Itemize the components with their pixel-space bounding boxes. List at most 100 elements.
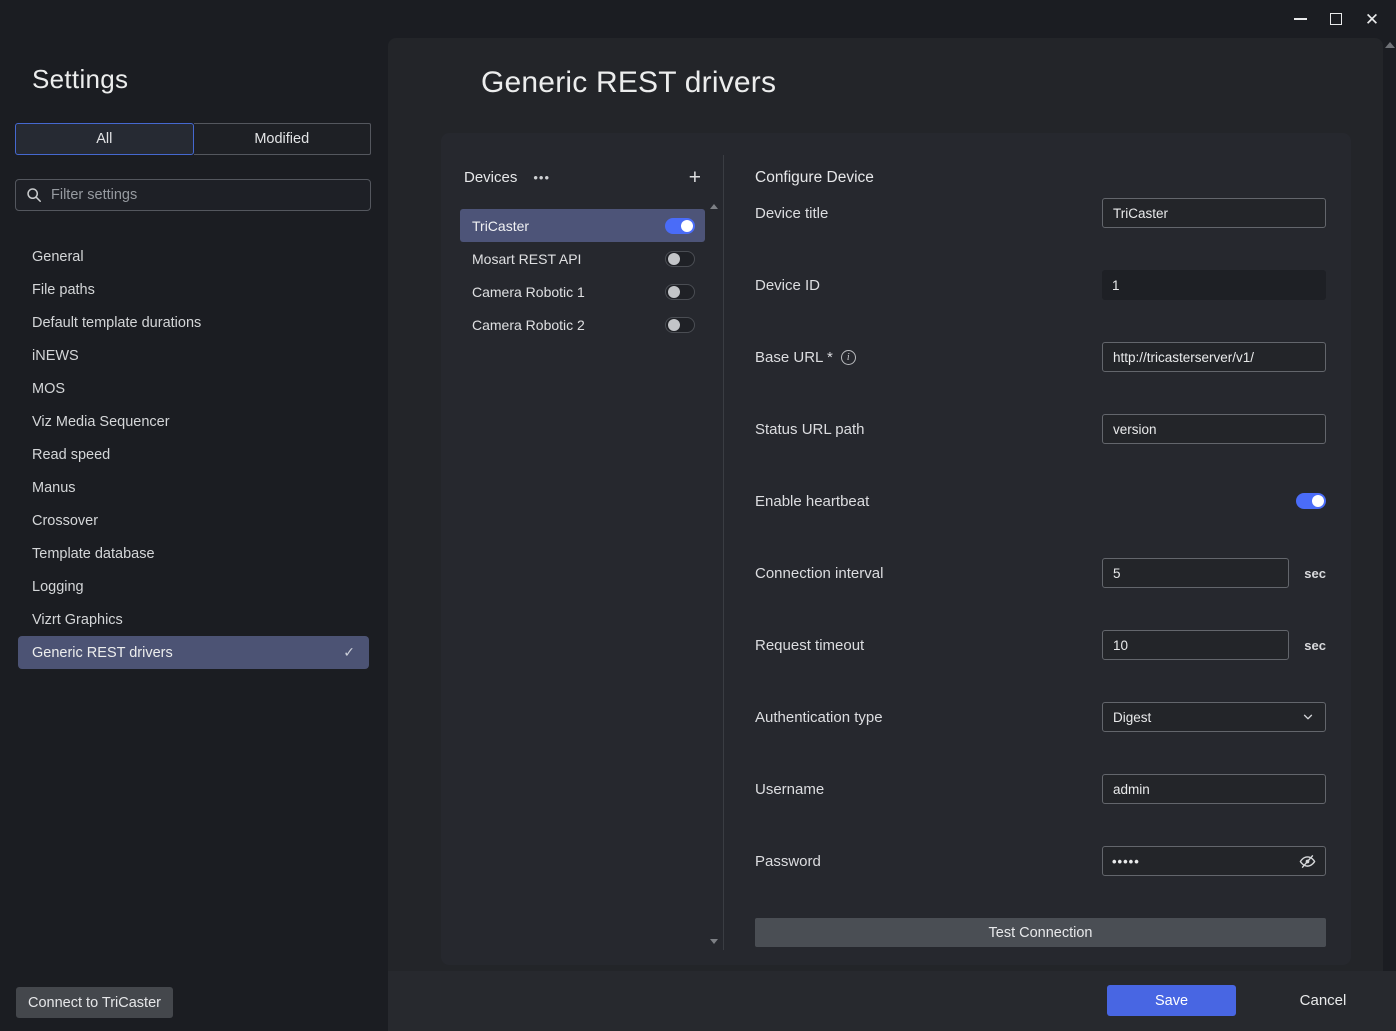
titlebar: ✕ xyxy=(0,0,1396,38)
eye-off-icon[interactable] xyxy=(1299,853,1316,870)
password-label: Password xyxy=(755,853,821,870)
password-field xyxy=(1102,846,1326,876)
device-toggle[interactable] xyxy=(665,284,695,300)
settings-nav: General File paths Default template dura… xyxy=(18,240,369,669)
test-connection-button[interactable]: Test Connection xyxy=(755,918,1326,947)
connect-to-tricaster-button[interactable]: Connect to TriCaster xyxy=(16,987,173,1018)
toggle-knob xyxy=(668,253,680,265)
filter-settings-input[interactable] xyxy=(51,187,360,203)
tab-all[interactable]: All xyxy=(15,123,194,155)
device-list: TriCaster Mosart REST API Camera Robotic… xyxy=(460,209,705,341)
settings-sidebar: Settings All Modified General File paths… xyxy=(0,38,388,1031)
enable-heartbeat-toggle[interactable] xyxy=(1296,493,1326,509)
device-title-input[interactable] xyxy=(1102,198,1326,228)
device-row-mosart-rest-api[interactable]: Mosart REST API xyxy=(460,242,705,275)
maximize-button[interactable] xyxy=(1318,0,1354,38)
device-row-tricaster[interactable]: TriCaster xyxy=(460,209,705,242)
device-toggle[interactable] xyxy=(665,251,695,267)
close-button[interactable]: ✕ xyxy=(1354,0,1390,38)
connection-interval-label: Connection interval xyxy=(755,565,883,582)
status-url-label: Status URL path xyxy=(755,421,865,438)
toggle-knob xyxy=(681,220,693,232)
sidebar-item-viz-media-sequencer[interactable]: Viz Media Sequencer xyxy=(18,405,369,438)
sidebar-item-template-database[interactable]: Template database xyxy=(18,537,369,570)
sidebar-item-label: Generic REST drivers xyxy=(32,645,173,661)
device-id-input xyxy=(1102,270,1326,300)
connection-interval-input[interactable] xyxy=(1102,558,1289,588)
filter-tabs: All Modified xyxy=(15,123,371,155)
status-url-input[interactable] xyxy=(1102,414,1326,444)
device-title-row: Device title xyxy=(755,198,1326,228)
base-url-label-text: Base URL * xyxy=(755,349,833,366)
device-title-label: Device title xyxy=(755,205,828,222)
request-timeout-label: Request timeout xyxy=(755,637,864,654)
main-scrollbar[interactable] xyxy=(1383,38,1396,971)
status-url-row: Status URL path xyxy=(755,414,1326,444)
username-row: Username xyxy=(755,774,1326,804)
device-name: Camera Robotic 2 xyxy=(472,317,585,333)
sidebar-item-manus[interactable]: Manus xyxy=(18,471,369,504)
sidebar-item-default-template-durations[interactable]: Default template durations xyxy=(18,306,369,339)
save-button[interactable]: Save xyxy=(1107,985,1236,1016)
scroll-up-icon[interactable] xyxy=(710,204,718,209)
base-url-input[interactable] xyxy=(1102,342,1326,372)
sidebar-item-file-paths[interactable]: File paths xyxy=(18,273,369,306)
minimize-icon xyxy=(1294,18,1307,20)
password-row: Password xyxy=(755,846,1326,876)
base-url-row: Base URL * i xyxy=(755,342,1326,372)
request-timeout-row: Request timeout sec xyxy=(755,630,1326,660)
panel-divider xyxy=(723,155,724,950)
device-toggle[interactable] xyxy=(665,218,695,234)
toggle-knob xyxy=(1312,495,1324,507)
sidebar-item-read-speed[interactable]: Read speed xyxy=(18,438,369,471)
device-row-camera-robotic-1[interactable]: Camera Robotic 1 xyxy=(460,275,705,308)
info-icon[interactable]: i xyxy=(841,350,856,365)
device-row-camera-robotic-2[interactable]: Camera Robotic 2 xyxy=(460,308,705,341)
base-url-label: Base URL * i xyxy=(755,349,856,366)
devices-title: Devices xyxy=(464,169,517,186)
request-timeout-input[interactable] xyxy=(1102,630,1289,660)
sidebar-item-vizrt-graphics[interactable]: Vizrt Graphics xyxy=(18,603,369,636)
devices-panel: Devices ••• + TriCaster Mosart REST API … xyxy=(441,133,723,965)
request-timeout-unit: sec xyxy=(1304,638,1326,653)
sidebar-item-crossover[interactable]: Crossover xyxy=(18,504,369,537)
add-device-icon[interactable]: + xyxy=(689,167,701,188)
minimize-button[interactable] xyxy=(1282,0,1318,38)
username-input[interactable] xyxy=(1102,774,1326,804)
search-icon xyxy=(26,187,42,203)
tab-modified[interactable]: Modified xyxy=(194,123,372,155)
sidebar-item-mos[interactable]: MOS xyxy=(18,372,369,405)
check-icon: ✓ xyxy=(343,644,355,661)
device-id-row: Device ID xyxy=(755,270,1326,300)
window-controls: ✕ xyxy=(1282,0,1390,38)
device-name: Mosart REST API xyxy=(472,251,581,267)
sidebar-item-inews[interactable]: iNEWS xyxy=(18,339,369,372)
page-title: Generic REST drivers xyxy=(481,66,776,100)
cancel-button[interactable]: Cancel xyxy=(1268,985,1378,1016)
connection-interval-unit: sec xyxy=(1304,566,1326,581)
connection-interval-row: Connection interval sec xyxy=(755,558,1326,588)
authentication-type-label: Authentication type xyxy=(755,709,883,726)
authentication-type-row: Authentication type Digest xyxy=(755,702,1326,732)
configure-device-title: Configure Device xyxy=(755,169,874,187)
scroll-down-icon[interactable] xyxy=(710,939,718,944)
sidebar-item-generic-rest-drivers[interactable]: Generic REST drivers ✓ xyxy=(18,636,369,669)
chevron-down-icon xyxy=(1301,710,1315,724)
password-input[interactable] xyxy=(1112,854,1272,869)
main-panel: Generic REST drivers Devices ••• + TriCa… xyxy=(388,38,1383,971)
filter-settings-box xyxy=(15,179,371,211)
connection-interval-control: sec xyxy=(1102,558,1326,588)
toggle-knob xyxy=(668,319,680,331)
sidebar-item-general[interactable]: General xyxy=(18,240,369,273)
request-timeout-control: sec xyxy=(1102,630,1326,660)
device-toggle[interactable] xyxy=(665,317,695,333)
username-label: Username xyxy=(755,781,824,798)
sidebar-item-logging[interactable]: Logging xyxy=(18,570,369,603)
rest-drivers-card: Devices ••• + TriCaster Mosart REST API … xyxy=(441,133,1351,965)
configure-device-form: Configure Device Device title Device ID … xyxy=(755,133,1326,965)
authentication-type-select[interactable]: Digest xyxy=(1102,702,1326,732)
scrollbar-up-icon[interactable] xyxy=(1385,42,1395,48)
more-menu-icon[interactable]: ••• xyxy=(533,170,550,185)
device-name: TriCaster xyxy=(472,218,529,234)
maximize-icon xyxy=(1330,13,1342,25)
